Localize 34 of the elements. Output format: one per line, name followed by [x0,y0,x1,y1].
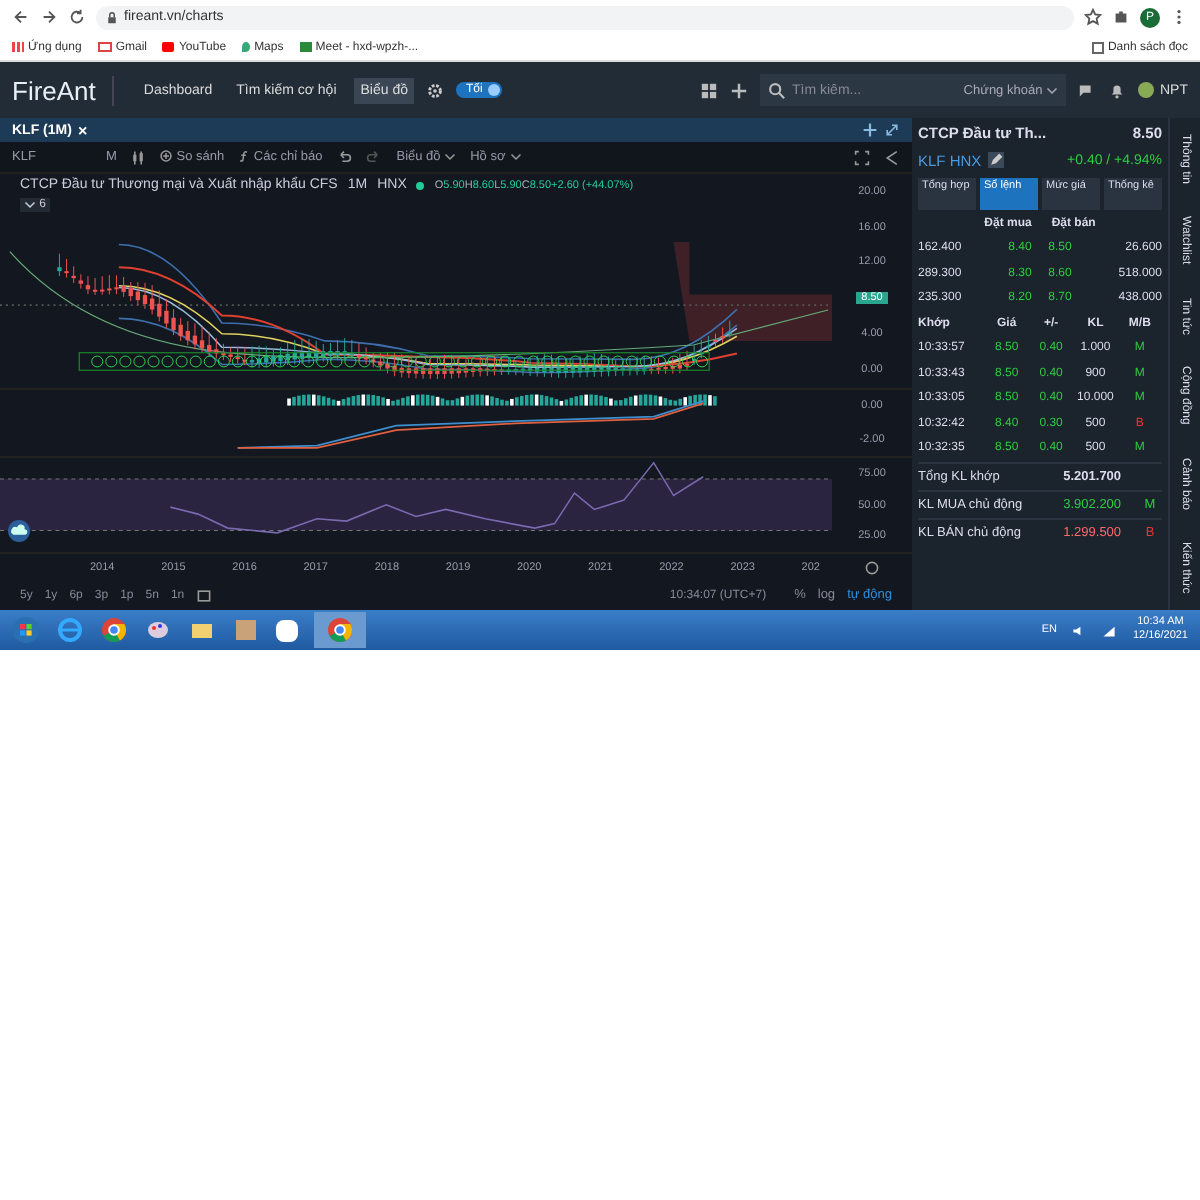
reload-icon[interactable] [68,8,86,26]
fullscreen-icon[interactable] [854,149,870,165]
live-dot-icon [416,181,425,189]
plus-icon[interactable] [862,122,878,138]
function-icon [238,150,251,163]
redo-icon[interactable] [366,149,383,165]
lock-icon [106,11,118,23]
undo-icon[interactable] [336,149,353,165]
chat-icon[interactable] [1078,81,1096,99]
chrome-icon[interactable] [314,612,366,648]
signal-icon[interactable] [1102,623,1117,637]
chrome-icon[interactable] [100,616,128,644]
browser-e-icon[interactable] [56,616,84,644]
chevron-down-icon [444,150,457,163]
logo[interactable]: FireAnt [12,75,114,105]
close-tab-button[interactable]: × [77,121,88,139]
bell-icon[interactable] [1108,81,1126,99]
forward-icon[interactable] [40,8,58,26]
share-icon[interactable] [884,149,900,165]
pencil-icon[interactable] [987,152,1004,168]
chevron-down-icon [24,198,36,210]
paint-palette-icon[interactable] [144,616,172,644]
expand-icon[interactable] [884,122,900,138]
cloud-icon[interactable] [8,520,30,542]
grid-icon[interactable] [700,81,718,99]
plus-icon[interactable] [730,81,748,99]
caret-icon [1046,83,1058,96]
back-icon[interactable] [12,8,30,26]
start-button-icon[interactable] [12,616,40,644]
chevron-down-icon [509,150,522,163]
plus-circle-icon [160,150,173,163]
candles-icon[interactable] [130,149,147,165]
star-icon[interactable] [1084,8,1102,26]
search-icon [768,81,786,99]
